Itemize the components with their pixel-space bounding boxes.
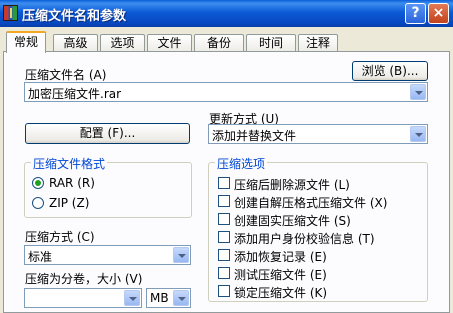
archive-format-title: 压缩文件格式 [31, 155, 108, 172]
compression-method-label: 压缩方式 (C) [25, 230, 95, 244]
split-volume-label: 压缩为分卷，大小 (V) [25, 272, 143, 286]
recovery-record-label[interactable]: 添加恢复记录 (E) [234, 248, 327, 265]
delete-after-checkbox[interactable] [218, 177, 230, 189]
chevron-down-icon[interactable] [173, 290, 189, 306]
archive-name-label: 压缩文件名 (A) [25, 68, 107, 82]
tab-backup[interactable]: 备份 [194, 34, 244, 52]
zip-radio[interactable] [32, 197, 44, 209]
archive-name-value: 加密压缩文件.rar [28, 87, 122, 101]
tab-advanced[interactable]: 高级 [53, 34, 98, 52]
chevron-down-icon[interactable] [173, 247, 189, 263]
test-archive-checkbox[interactable] [218, 267, 230, 279]
archive-name-combo[interactable]: 加密压缩文件.rar [24, 82, 428, 102]
compression-method-value: 标准 [28, 250, 53, 264]
chevron-down-icon[interactable] [410, 126, 426, 142]
create-sfx-label[interactable]: 创建自解压格式压缩文件 (X) [234, 194, 387, 211]
browse-button[interactable]: 浏览 (B)... [352, 61, 428, 81]
title-bar[interactable]: 压缩文件名和参数 ? × [0, 0, 453, 27]
archive-options-title: 压缩选项 [215, 155, 268, 172]
rar-radio[interactable] [32, 177, 44, 189]
close-button[interactable]: × [428, 3, 449, 24]
tab-general[interactable]: 常规 [6, 31, 46, 53]
help-button[interactable]: ? [405, 3, 426, 24]
tab-time[interactable]: 时间 [246, 34, 296, 52]
tab-options[interactable]: 选项 [100, 34, 145, 52]
profiles-button[interactable]: 配置 (F)... [25, 123, 190, 144]
compression-method-combo[interactable]: 标准 [24, 245, 191, 265]
lock-archive-checkbox[interactable] [218, 285, 230, 297]
authenticity-label[interactable]: 添加用户身份校验信息 (T) [234, 230, 375, 247]
tab-files[interactable]: 文件 [147, 34, 192, 52]
window-title: 压缩文件名和参数 [22, 9, 127, 24]
tab-comment[interactable]: 注释 [298, 34, 338, 52]
lock-archive-label[interactable]: 锁定压缩文件 (K) [234, 284, 327, 301]
delete-after-label[interactable]: 压缩后删除源文件 (L) [234, 176, 350, 193]
update-mode-combo[interactable]: 添加并替换文件 [208, 124, 428, 144]
create-sfx-checkbox[interactable] [218, 195, 230, 207]
tab-strip: 常规 高级 选项 文件 备份 时间 注释 [0, 31, 453, 53]
chevron-down-icon[interactable] [124, 290, 140, 306]
chevron-down-icon[interactable] [410, 84, 426, 100]
update-mode-value: 添加并替换文件 [212, 129, 297, 143]
rar-radio-label[interactable]: RAR (R) [49, 176, 95, 190]
create-solid-checkbox[interactable] [218, 213, 230, 225]
winrar-app-icon [3, 5, 18, 21]
recovery-record-checkbox[interactable] [218, 249, 230, 261]
authenticity-checkbox[interactable] [218, 231, 230, 243]
dialog-window: 压缩文件名和参数 ? × 常规 高级 选项 文件 备份 时间 注释 压缩文件名 … [0, 0, 453, 313]
split-unit-value: MB [150, 291, 169, 305]
test-archive-label[interactable]: 测试压缩文件 (E) [234, 266, 327, 283]
create-solid-label[interactable]: 创建固实压缩文件 (S) [234, 212, 351, 229]
zip-radio-label[interactable]: ZIP (Z) [49, 196, 89, 210]
split-size-combo[interactable] [24, 288, 142, 308]
split-unit-combo[interactable]: MB [146, 288, 191, 308]
